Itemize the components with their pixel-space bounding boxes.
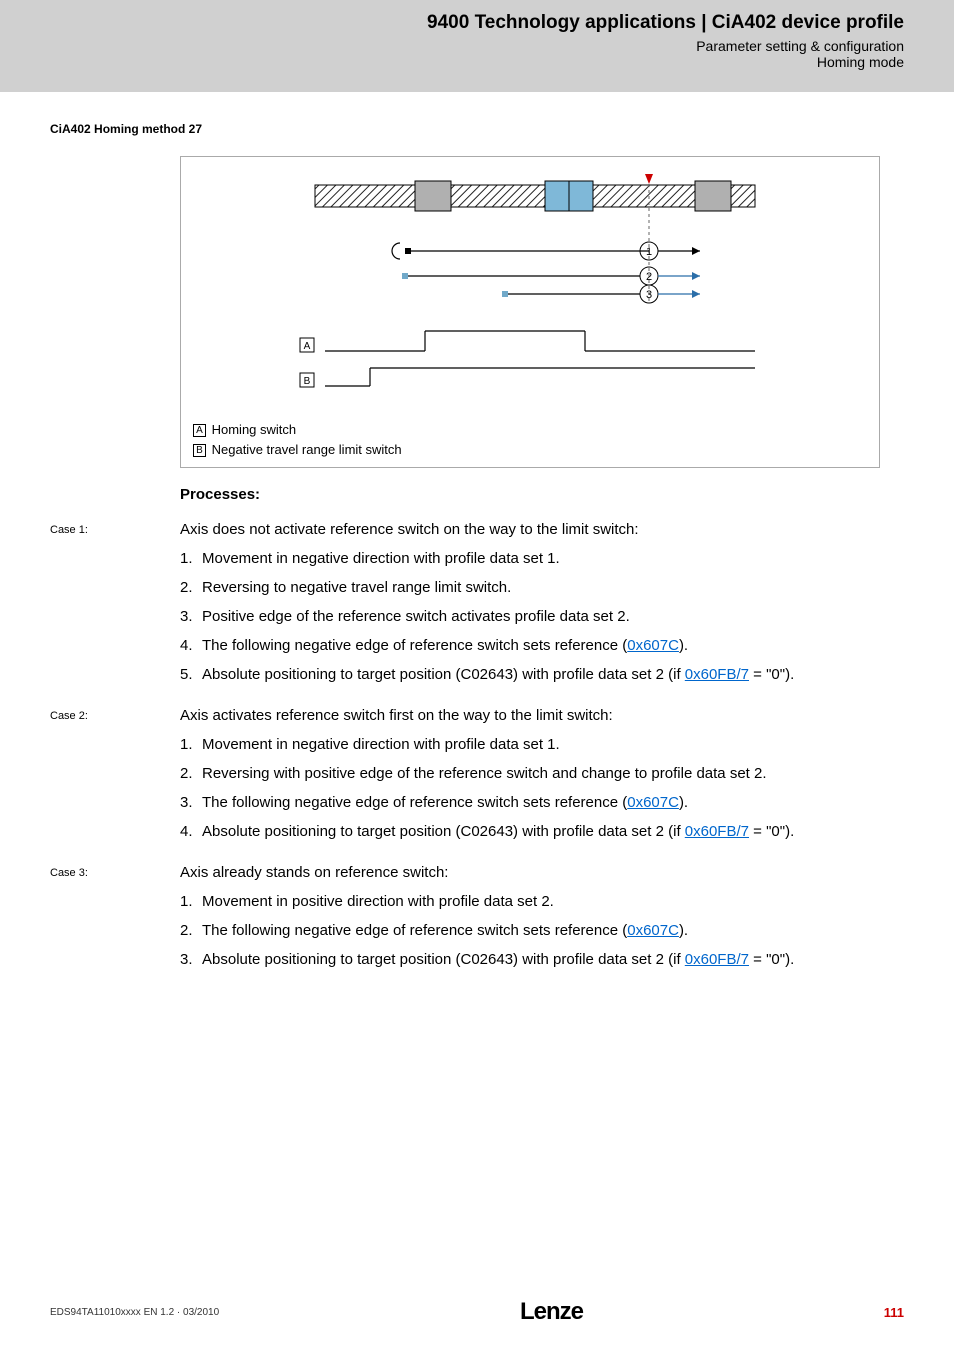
doc-link[interactable]: 0x60FB/7 [685, 666, 749, 683]
legend-b: B Negative travel range limit switch [193, 440, 867, 460]
section-heading: CiA402 Homing method 27 [50, 122, 904, 136]
diagram-svg: 1 2 3 [181, 157, 879, 416]
case-block: Case 3:Axis already stands on reference … [50, 864, 904, 978]
list-item: The following negative edge of reference… [180, 920, 904, 941]
list-item: The following negative edge of reference… [180, 792, 904, 813]
case-list: Movement in negative direction with prof… [180, 734, 904, 842]
list-item: Reversing with positive edge of the refe… [180, 763, 904, 784]
list-item: Absolute positioning to target position … [180, 949, 904, 970]
case-intro: Axis does not activate reference switch … [180, 521, 904, 538]
circle-1-label: 1 [646, 246, 652, 258]
list-item: Absolute positioning to target position … [180, 821, 904, 842]
case-list: Movement in negative direction with prof… [180, 548, 904, 685]
legend-b-box: B [193, 444, 206, 457]
list-item: The following negative edge of reference… [180, 635, 904, 656]
content-area: CiA402 Homing method 27 [0, 92, 954, 978]
processes-heading: Processes: [180, 486, 904, 503]
page-footer: EDS94TA11010xxxx EN 1.2 · 03/2010 Lenze … [0, 1298, 954, 1326]
footer-logo: Lenze [520, 1298, 583, 1326]
case-list: Movement in positive direction with prof… [180, 891, 904, 970]
list-item: Movement in negative direction with prof… [180, 734, 904, 755]
case-body: Axis activates reference switch first on… [180, 707, 904, 850]
case-block: Case 2:Axis activates reference switch f… [50, 707, 904, 850]
page-header: 9400 Technology applications | CiA402 de… [0, 0, 954, 92]
legend-b-text: Negative travel range limit switch [208, 442, 402, 457]
circle-2-label: 2 [646, 271, 652, 283]
legend-a-text: Homing switch [208, 422, 296, 437]
list-item: Positive edge of the reference switch ac… [180, 606, 904, 627]
case-label: Case 3: [50, 864, 180, 978]
case-intro: Axis already stands on reference switch: [180, 864, 904, 881]
doc-link[interactable]: 0x60FB/7 [685, 823, 749, 840]
homing-diagram: 1 2 3 [180, 156, 880, 468]
doc-link[interactable]: 0x60FB/7 [685, 951, 749, 968]
diagram-legend: A Homing switch B Negative travel range … [181, 416, 879, 467]
footer-docid: EDS94TA11010xxxx EN 1.2 · 03/2010 [50, 1307, 219, 1318]
case-body: Axis already stands on reference switch:… [180, 864, 904, 978]
case-body: Axis does not activate reference switch … [180, 521, 904, 693]
diagram-a-label: A [304, 341, 311, 352]
case-block: Case 1:Axis does not activate reference … [50, 521, 904, 693]
list-item: Movement in positive direction with prof… [180, 891, 904, 912]
doc-link[interactable]: 0x607C [627, 637, 679, 654]
list-item: Absolute positioning to target position … [180, 664, 904, 685]
case-intro: Axis activates reference switch first on… [180, 707, 904, 724]
case-label: Case 1: [50, 521, 180, 693]
list-item: Reversing to negative travel range limit… [180, 577, 904, 598]
homing-svg-icon: 1 2 3 [205, 171, 855, 411]
cases-container: Case 1:Axis does not activate reference … [50, 521, 904, 978]
case-label: Case 2: [50, 707, 180, 850]
legend-a: A Homing switch [193, 420, 867, 440]
diagram-b-label: B [304, 376, 311, 387]
circle-3-label: 3 [646, 289, 652, 301]
header-subtitle-2: Homing mode [50, 54, 904, 70]
header-subtitle-1: Parameter setting & configuration [50, 38, 904, 54]
doc-link[interactable]: 0x607C [627, 922, 679, 939]
header-title: 9400 Technology applications | CiA402 de… [50, 12, 904, 34]
list-item: Movement in negative direction with prof… [180, 548, 904, 569]
legend-a-box: A [193, 424, 206, 437]
doc-link[interactable]: 0x607C [627, 794, 679, 811]
footer-page-number: 111 [884, 1305, 904, 1320]
